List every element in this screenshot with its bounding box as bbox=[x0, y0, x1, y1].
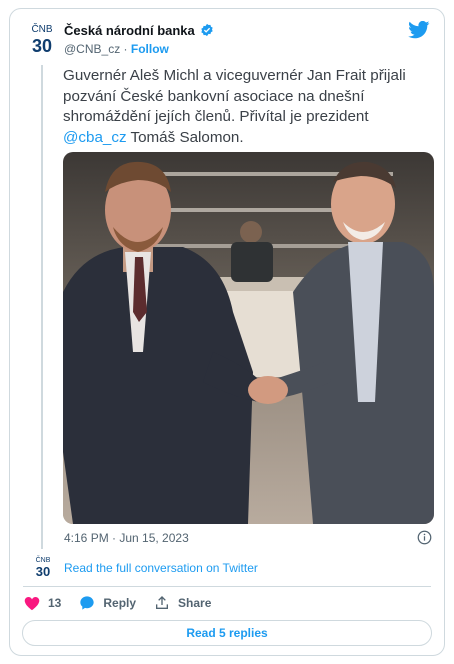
reply-bubble-icon bbox=[80, 596, 95, 610]
share-icon bbox=[156, 596, 169, 609]
like-count: 13 bbox=[48, 596, 62, 610]
tweet-photo[interactable] bbox=[63, 152, 434, 524]
tweet-text: Guvernér Aleš Michl a viceguvernér Jan F… bbox=[63, 66, 433, 148]
info-icon[interactable] bbox=[417, 530, 432, 545]
thread-line bbox=[41, 65, 43, 549]
small-avatar-logo-bottom: 30 bbox=[36, 564, 50, 578]
verified-badge-icon bbox=[201, 23, 213, 37]
tweet-text-part1: Guvernér Aleš Michl a viceguvernér Jan F… bbox=[63, 67, 406, 125]
mention-link[interactable]: @cba_cz bbox=[63, 129, 127, 146]
cnb-small-avatar[interactable]: ČNB 30 bbox=[32, 554, 54, 578]
avatar-logo-top: ČNB bbox=[31, 22, 52, 35]
separator-dot: · bbox=[123, 42, 128, 56]
read-replies-button[interactable]: Read 5 replies bbox=[22, 620, 432, 646]
tweet-text-part2: Tomáš Salomon. bbox=[126, 128, 244, 146]
action-bar: 13 Reply Share bbox=[24, 595, 229, 611]
share-action[interactable]: Share bbox=[154, 595, 211, 611]
account-handle[interactable]: @CNB_cz bbox=[64, 42, 120, 56]
read-conversation-link[interactable]: Read the full conversation on Twitter bbox=[64, 561, 258, 575]
twitter-bird-icon[interactable] bbox=[408, 21, 430, 39]
cnb-avatar[interactable]: ČNB 30 bbox=[28, 21, 56, 59]
reply-action[interactable]: Reply bbox=[79, 595, 136, 611]
tweet-header: Česká národní banka @CNB_cz · Follow bbox=[64, 21, 214, 56]
heart-icon bbox=[24, 596, 40, 610]
tweet-card: ČNB 30 Česká národní banka @CNB_cz · Fol… bbox=[9, 8, 445, 656]
small-avatar-logo-top: ČNB bbox=[36, 555, 51, 564]
handle-row: @CNB_cz · Follow bbox=[64, 42, 214, 56]
share-label: Share bbox=[178, 596, 212, 610]
account-name[interactable]: Česká národní banka bbox=[64, 23, 195, 38]
reply-label: Reply bbox=[103, 596, 137, 610]
like-action[interactable]: 13 bbox=[24, 596, 61, 611]
avatar-logo-bottom: 30 bbox=[32, 36, 52, 56]
tweet-timestamp[interactable]: 4:16 PM · Jun 15, 2023 bbox=[64, 531, 189, 545]
divider bbox=[23, 586, 431, 587]
follow-link[interactable]: Follow bbox=[131, 42, 169, 56]
